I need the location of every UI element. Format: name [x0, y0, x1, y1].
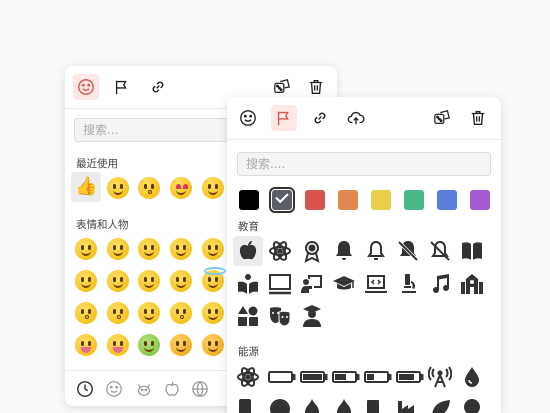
bell-slash-filled-icon[interactable]	[396, 239, 420, 263]
leaf-icon[interactable]	[428, 397, 452, 413]
hand-over-mouth-face-emoji[interactable]	[202, 334, 224, 356]
education-section-title: 教育	[238, 221, 259, 233]
smiley-icon[interactable]	[105, 380, 123, 398]
school-icon[interactable]	[460, 272, 484, 296]
smiley-face-emoji[interactable]	[107, 238, 129, 260]
laptop-code-icon[interactable]	[364, 272, 388, 296]
bell-slash-outline-icon[interactable]	[428, 239, 452, 263]
dice-icon[interactable]	[429, 105, 455, 131]
kissing-face-emoji[interactable]	[107, 302, 129, 324]
battery-full-icon[interactable]	[300, 365, 328, 389]
grinning-face-emoji[interactable]	[107, 177, 129, 199]
savoring-food-face-emoji[interactable]	[202, 302, 224, 324]
graduation-cap-icon[interactable]	[332, 272, 356, 296]
people-section-title: 表情和人物	[76, 219, 129, 231]
face-blowing-kiss-emoji[interactable]	[75, 302, 97, 324]
hugging-face-emoji[interactable]	[170, 334, 192, 356]
laughing-face-emoji[interactable]	[202, 177, 224, 199]
activity-ball-icon[interactable]	[191, 380, 209, 398]
book-reader-icon[interactable]	[236, 272, 260, 296]
link-icon[interactable]	[307, 105, 333, 131]
beaming-face-emoji[interactable]	[138, 238, 160, 260]
zany-face-emoji[interactable]	[75, 334, 97, 356]
atom-icon[interactable]	[236, 365, 260, 389]
grinning-squint-face-emoji[interactable]	[170, 238, 192, 260]
smiling-face-emoji[interactable]	[170, 270, 192, 292]
apple-icon[interactable]	[236, 239, 260, 263]
user-graduate-icon[interactable]	[300, 304, 324, 328]
relieved-face-emoji[interactable]	[138, 302, 160, 324]
face-blowing-kiss-emoji[interactable]	[138, 177, 160, 199]
color-swatch-purple[interactable]	[470, 190, 490, 210]
shapes-icon[interactable]	[236, 304, 260, 328]
winking-face-emoji[interactable]	[138, 270, 160, 292]
bell-outline-icon[interactable]	[364, 239, 388, 263]
music-icon[interactable]	[428, 272, 452, 296]
color-swatch-black[interactable]	[239, 190, 259, 210]
laughing-face-emoji[interactable]	[202, 238, 224, 260]
color-swatch-green[interactable]	[404, 190, 424, 210]
color-swatch-orange[interactable]	[338, 190, 358, 210]
atom-icon[interactable]	[268, 239, 292, 263]
search-input[interactable]: 搜索....	[237, 152, 491, 176]
gas-pump-icon[interactable]	[364, 397, 388, 413]
upload-cloud-icon[interactable]	[343, 105, 369, 131]
award-ribbon-icon[interactable]	[300, 239, 324, 263]
heart-eyes-face-emoji[interactable]	[170, 177, 192, 199]
fire-alt-icon[interactable]	[332, 397, 356, 413]
animal-icon[interactable]	[135, 380, 153, 398]
battery-empty-icon[interactable]	[268, 365, 296, 389]
smile-icon[interactable]	[73, 74, 99, 100]
thumbs-up-emoji[interactable]: 👍	[75, 176, 97, 198]
chalkboard-icon[interactable]	[268, 272, 292, 296]
industry-icon[interactable]	[396, 397, 420, 413]
squinting-tongue-face-emoji[interactable]	[107, 334, 129, 356]
halo-face-emoji[interactable]	[202, 267, 226, 292]
emoji-picker-stage: 搜索... 最近使用 👍 表情和人物 搜索.... 教育 能源	[0, 0, 550, 413]
microscope-icon[interactable]	[396, 272, 420, 296]
broadcast-tower-icon[interactable]	[427, 365, 453, 389]
water-drop-icon[interactable]	[460, 365, 484, 389]
grinning-face-emoji[interactable]	[75, 238, 97, 260]
chalkboard-teacher-icon[interactable]	[300, 272, 324, 296]
book-open-icon[interactable]	[460, 239, 484, 263]
recent-section-title: 最近使用	[76, 158, 118, 170]
charging-station-icon[interactable]	[236, 397, 260, 413]
money-mouth-face-emoji[interactable]	[138, 334, 160, 356]
energy-section-title: 能源	[238, 346, 259, 358]
trash-icon[interactable]	[465, 105, 491, 131]
flag-icon[interactable]	[109, 74, 135, 100]
slightly-smiling-face-emoji[interactable]	[75, 270, 97, 292]
upside-down-face-emoji[interactable]	[107, 270, 129, 292]
battery-quarter-icon[interactable]	[364, 365, 392, 389]
fan-icon[interactable]	[268, 397, 292, 413]
food-apple-icon[interactable]	[163, 380, 181, 398]
flag-icon[interactable]	[271, 105, 297, 131]
icon-picker-panel: 搜索.... 教育 能源	[227, 97, 501, 413]
color-swatch-yellow[interactable]	[371, 190, 391, 210]
fire-icon[interactable]	[300, 397, 324, 413]
smile-icon[interactable]	[235, 105, 261, 131]
recent-clock-icon[interactable]	[76, 380, 94, 398]
color-swatch-gray[interactable]	[269, 187, 295, 213]
bell-filled-icon[interactable]	[332, 239, 356, 263]
kissing-smiling-eyes-emoji[interactable]	[170, 302, 192, 324]
color-swatch-red[interactable]	[305, 190, 325, 210]
battery-three-quarters-icon[interactable]	[396, 365, 424, 389]
map-pin-icon[interactable]	[460, 397, 484, 413]
battery-half-icon[interactable]	[332, 365, 360, 389]
picker-toolbar	[227, 97, 501, 140]
link-icon[interactable]	[145, 74, 171, 100]
theater-masks-icon[interactable]	[268, 304, 292, 328]
color-swatch-blue[interactable]	[437, 190, 457, 210]
